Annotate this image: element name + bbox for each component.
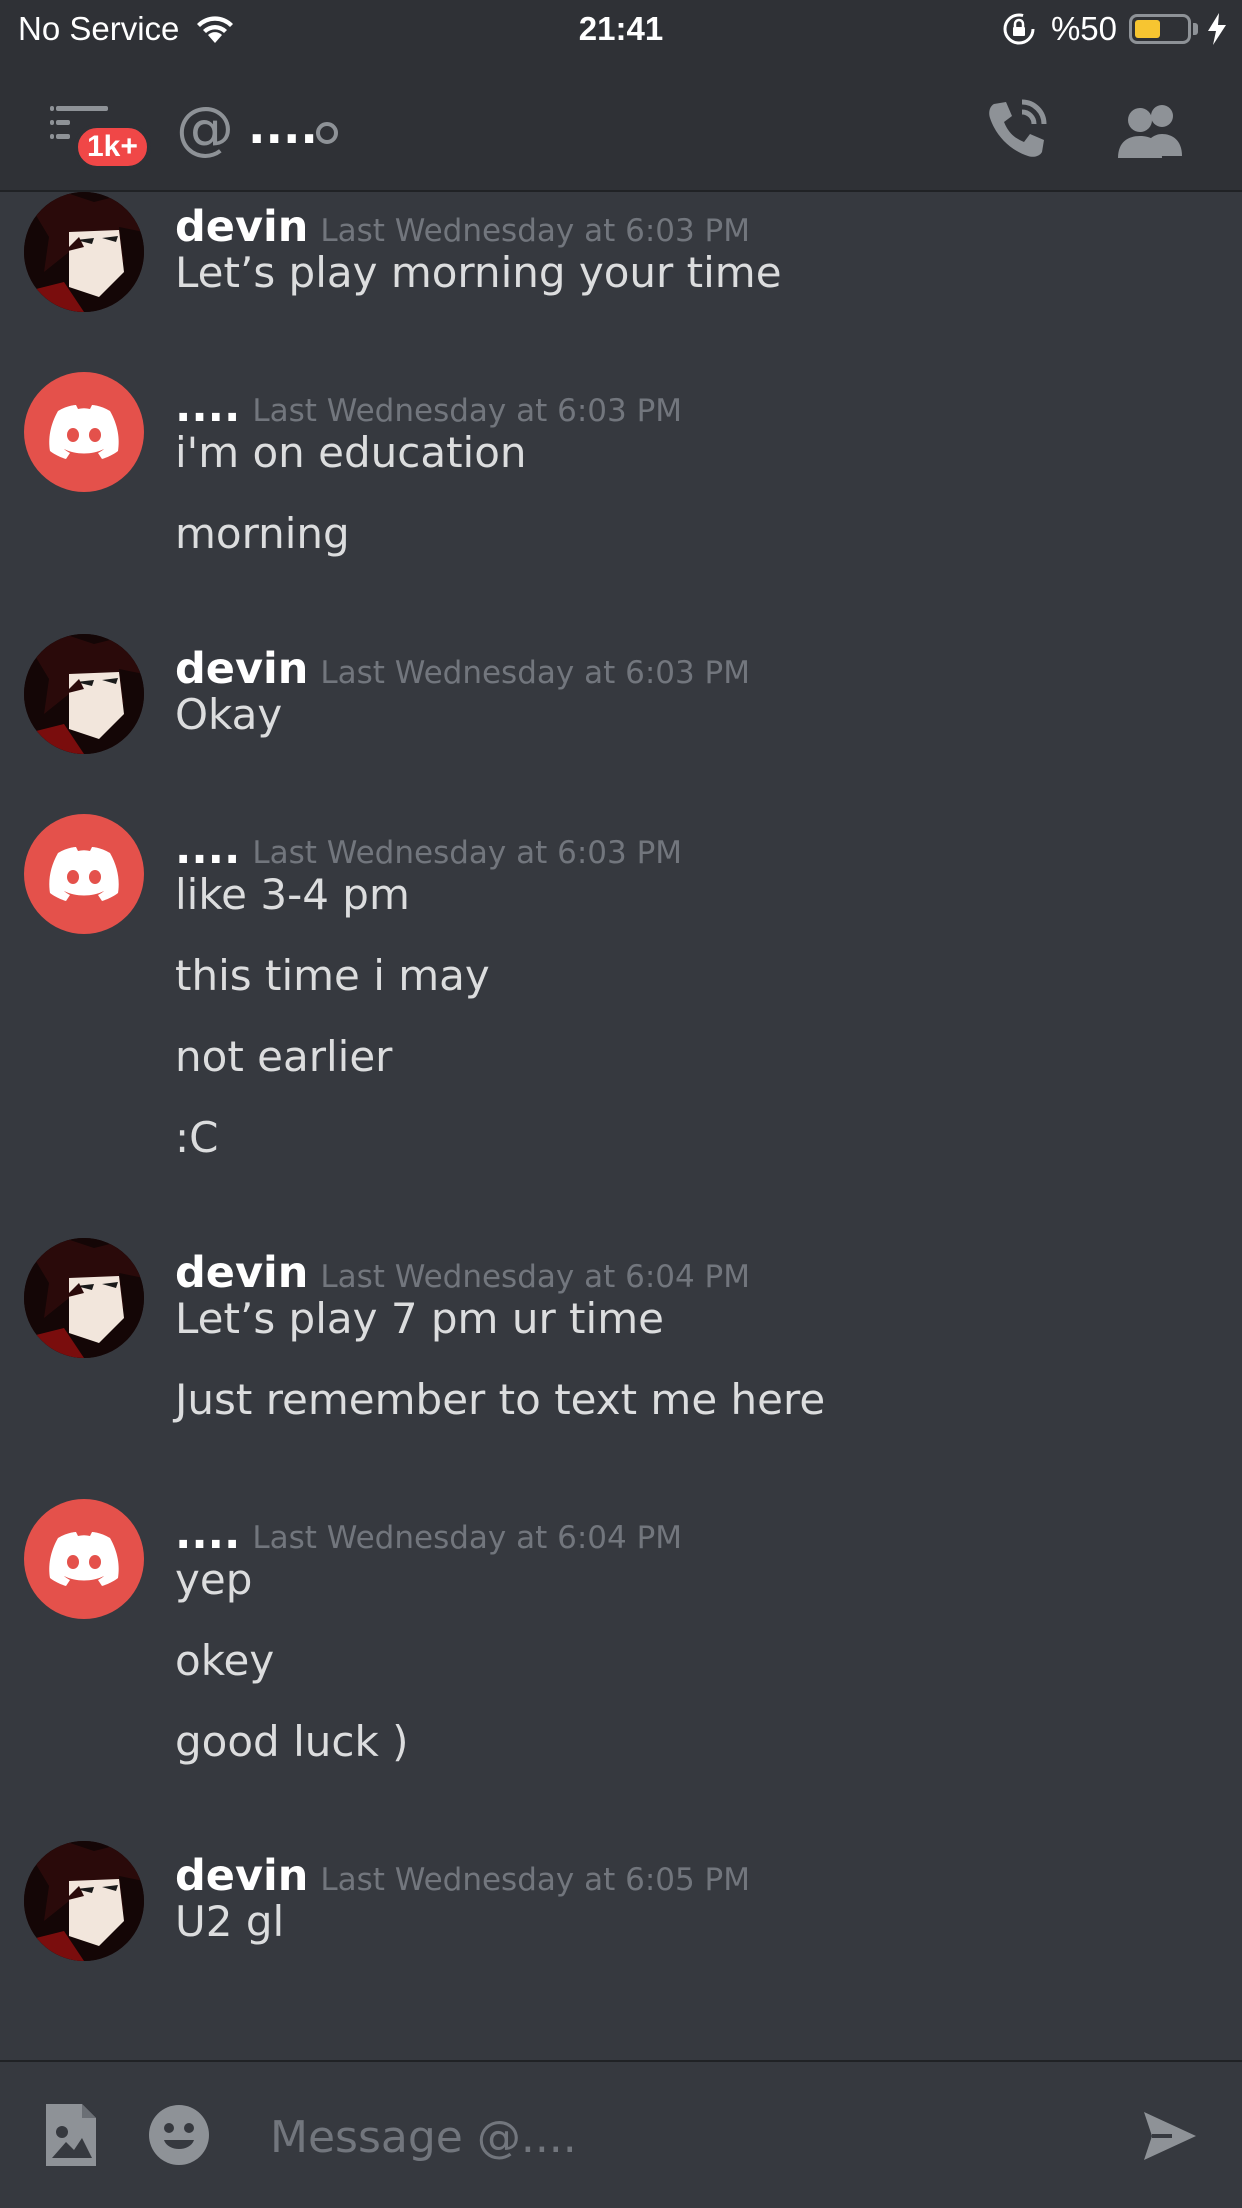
menu-button[interactable]: 1k+	[50, 102, 151, 172]
message-text[interactable]: morning	[175, 509, 350, 558]
attach-image-button[interactable]	[42, 2100, 100, 2170]
message-group[interactable]: .... Last Wednesday at 6:03 PM i'm on educ…	[0, 372, 1242, 590]
discord-logo-icon	[49, 847, 119, 901]
message-timestamp: Last Wednesday at 6:03 PM	[320, 655, 750, 691]
message-header: devin Last Wednesday at 6:03 PM	[175, 202, 750, 252]
message-text[interactable]: yep	[175, 1555, 252, 1604]
author-name[interactable]: ....	[175, 824, 240, 874]
message-group[interactable]: devin Last Wednesday at 6:03 PM Let’s play…	[0, 192, 1242, 329]
smiley-icon	[149, 2105, 209, 2165]
anime-avatar-art	[24, 634, 144, 754]
message-header: devin Last Wednesday at 6:03 PM	[175, 644, 750, 694]
image-file-icon	[46, 2104, 96, 2166]
message-text[interactable]: this time i may	[175, 951, 490, 1000]
author-name[interactable]: devin	[175, 1248, 308, 1298]
discord-avatar[interactable]	[24, 372, 144, 492]
message-header: devin Last Wednesday at 6:04 PM	[175, 1248, 750, 1298]
user-avatar[interactable]	[24, 1841, 144, 1961]
status-bar: No Service 21:41 %50	[0, 0, 1242, 62]
status-bar-right: %50	[1001, 10, 1228, 48]
message-timestamp: Last Wednesday at 6:03 PM	[252, 835, 683, 871]
message-group[interactable]: devin Last Wednesday at 6:05 PM U2 gl	[0, 1841, 1242, 1978]
message-header: devin Last Wednesday at 6:05 PM	[175, 1851, 750, 1901]
author-name[interactable]: ....	[175, 1509, 240, 1559]
author-name[interactable]: ....	[175, 382, 240, 432]
user-avatar[interactable]	[24, 1238, 144, 1358]
rotation-lock-icon	[1003, 13, 1035, 45]
discord-logo-icon	[49, 405, 119, 459]
discord-logo-icon	[49, 1532, 119, 1586]
message-list[interactable]: devin Last Wednesday at 6:03 PM Let’s play…	[0, 192, 1242, 2060]
battery-fill	[1135, 20, 1160, 38]
message-timestamp: Last Wednesday at 6:05 PM	[320, 1862, 750, 1898]
author-name[interactable]: devin	[175, 1851, 308, 1901]
battery-percent: %50	[1050, 10, 1117, 47]
message-text[interactable]: U2 gl	[175, 1897, 284, 1946]
message-composer	[0, 2060, 1242, 2208]
battery-tip	[1193, 23, 1198, 35]
message-text[interactable]: like 3-4 pm	[175, 870, 410, 919]
message-text[interactable]: Let’s play 7 pm ur time	[175, 1294, 664, 1343]
message-timestamp: Last Wednesday at 6:03 PM	[320, 213, 750, 249]
message-timestamp: Last Wednesday at 6:03 PM	[252, 393, 683, 429]
unread-badge: 1k+	[74, 124, 151, 170]
author-name[interactable]: devin	[175, 202, 308, 252]
at-icon: @	[176, 94, 234, 162]
message-group[interactable]: .... Last Wednesday at 6:04 PM yep okey good…	[0, 1499, 1242, 1798]
message-header: .... Last Wednesday at 6:03 PM	[175, 382, 682, 432]
message-text[interactable]: not earlier	[175, 1032, 392, 1081]
message-group[interactable]: devin Last Wednesday at 6:03 PM Okay	[0, 634, 1242, 771]
anime-avatar-art	[24, 1841, 144, 1961]
message-text[interactable]: Okay	[175, 690, 282, 739]
message-text[interactable]: good luck )	[175, 1717, 409, 1766]
battery-icon	[1129, 14, 1191, 44]
call-button[interactable]	[984, 96, 1050, 162]
author-name[interactable]: devin	[175, 644, 308, 694]
message-text[interactable]: okey	[175, 1636, 274, 1685]
message-text[interactable]: :C	[175, 1113, 218, 1162]
user-avatar[interactable]	[24, 634, 144, 754]
anime-avatar-art	[24, 1238, 144, 1358]
discord-avatar[interactable]	[24, 1499, 144, 1619]
discord-avatar[interactable]	[24, 814, 144, 934]
message-text[interactable]: i'm on education	[175, 428, 527, 477]
channel-header: 1k+ @ ....	[0, 62, 1242, 192]
charging-bolt-icon	[1208, 13, 1226, 45]
message-text[interactable]: Let’s play morning your time	[175, 248, 782, 297]
message-header: .... Last Wednesday at 6:03 PM	[175, 824, 682, 874]
emoji-button[interactable]	[148, 2104, 210, 2166]
offline-status-icon	[316, 122, 338, 144]
message-group[interactable]: devin Last Wednesday at 6:04 PM Let’s play…	[0, 1238, 1242, 1456]
channel-name[interactable]: ....	[248, 100, 318, 154]
members-button[interactable]	[1116, 102, 1186, 158]
message-text[interactable]: Just remember to text me here	[175, 1375, 825, 1424]
anime-avatar-art	[24, 192, 144, 312]
message-group[interactable]: .... Last Wednesday at 6:03 PM like 3-4 pm…	[0, 814, 1242, 1194]
send-icon	[1144, 2112, 1196, 2160]
message-timestamp: Last Wednesday at 6:04 PM	[320, 1259, 750, 1295]
user-avatar[interactable]	[24, 192, 144, 312]
message-input[interactable]	[268, 2098, 1092, 2176]
phone-call-icon	[989, 99, 1047, 157]
message-header: .... Last Wednesday at 6:04 PM	[175, 1509, 682, 1559]
send-button[interactable]	[1142, 2110, 1198, 2162]
members-icon	[1118, 105, 1182, 158]
message-timestamp: Last Wednesday at 6:04 PM	[252, 1520, 683, 1556]
